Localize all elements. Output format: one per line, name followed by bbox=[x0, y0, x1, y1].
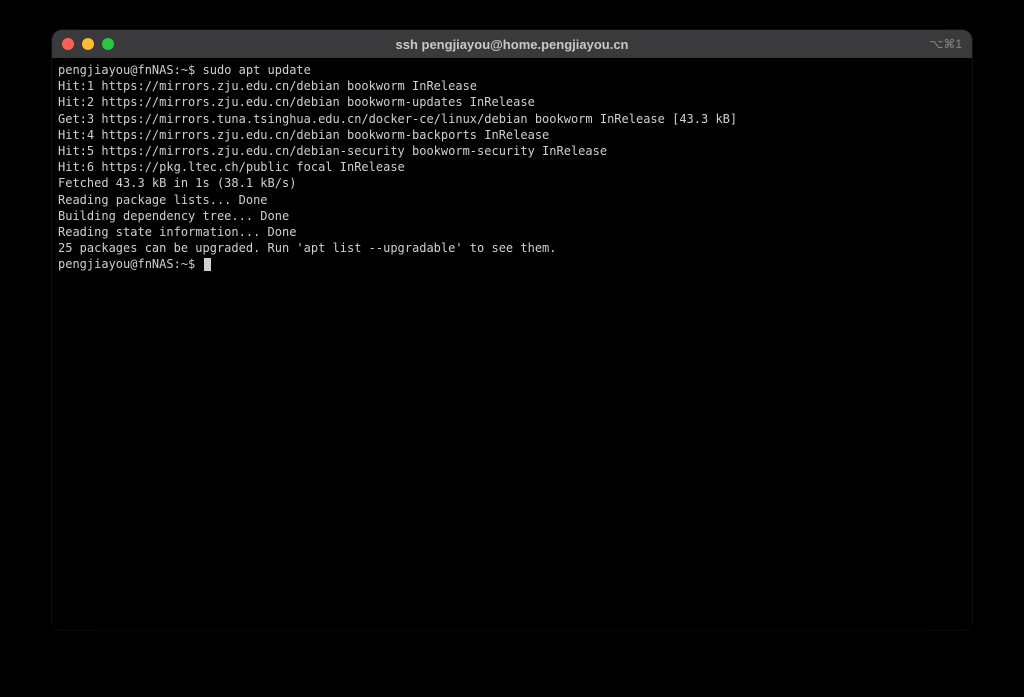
output-line: Hit:1 https://mirrors.zju.edu.cn/debian … bbox=[58, 78, 966, 94]
terminal-body[interactable]: pengjiayou@fnNAS:~$ sudo apt update Hit:… bbox=[52, 58, 972, 630]
output-line: Hit:4 https://mirrors.zju.edu.cn/debian … bbox=[58, 127, 966, 143]
output-line: Fetched 43.3 kB in 1s (38.1 kB/s) bbox=[58, 175, 966, 191]
output-line: Reading state information... Done bbox=[58, 224, 966, 240]
cursor-icon bbox=[204, 258, 211, 271]
close-button[interactable] bbox=[62, 38, 74, 50]
shell-prompt: pengjiayou@fnNAS:~$ bbox=[58, 62, 203, 78]
window-title: ssh pengjiayou@home.pengjiayou.cn bbox=[396, 37, 629, 52]
command-line: pengjiayou@fnNAS:~$ sudo apt update bbox=[58, 62, 966, 78]
active-prompt-line: pengjiayou@fnNAS:~$ bbox=[58, 256, 966, 272]
minimize-button[interactable] bbox=[82, 38, 94, 50]
output-line: Reading package lists... Done bbox=[58, 192, 966, 208]
maximize-button[interactable] bbox=[102, 38, 114, 50]
output-line: Get:3 https://mirrors.tuna.tsinghua.edu.… bbox=[58, 111, 966, 127]
command-text: sudo apt update bbox=[203, 62, 311, 78]
session-indicator: ⌥⌘1 bbox=[929, 37, 962, 51]
traffic-lights bbox=[62, 38, 114, 50]
output-line: Hit:2 https://mirrors.zju.edu.cn/debian … bbox=[58, 94, 966, 110]
output-line: 25 packages can be upgraded. Run 'apt li… bbox=[58, 240, 966, 256]
titlebar[interactable]: ssh pengjiayou@home.pengjiayou.cn ⌥⌘1 bbox=[52, 30, 972, 58]
terminal-window: ssh pengjiayou@home.pengjiayou.cn ⌥⌘1 pe… bbox=[52, 30, 972, 630]
output-line: Hit:6 https://pkg.ltec.ch/public focal I… bbox=[58, 159, 966, 175]
shell-prompt: pengjiayou@fnNAS:~$ bbox=[58, 256, 203, 272]
output-line: Hit:5 https://mirrors.zju.edu.cn/debian-… bbox=[58, 143, 966, 159]
output-line: Building dependency tree... Done bbox=[58, 208, 966, 224]
